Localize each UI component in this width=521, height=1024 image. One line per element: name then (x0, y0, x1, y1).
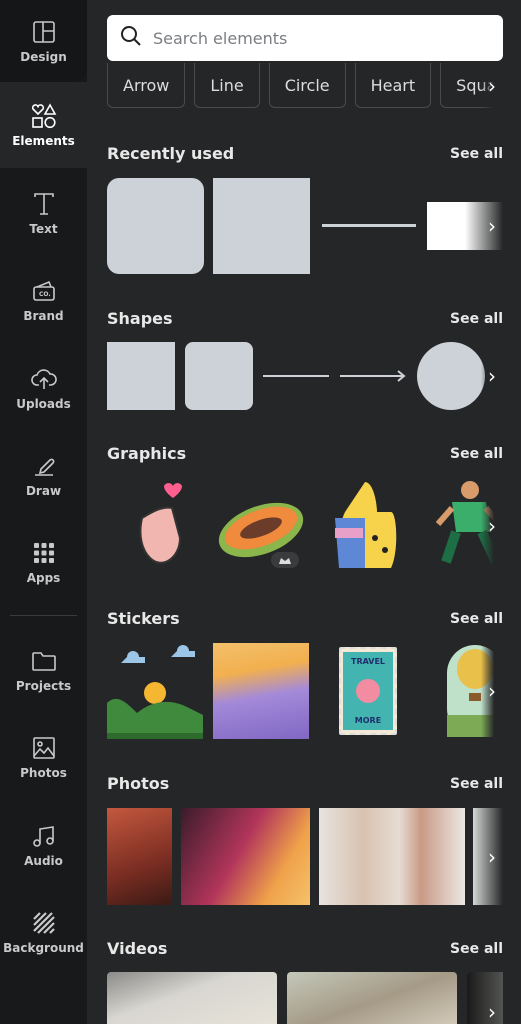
sidebar-item-audio[interactable]: Audio (0, 802, 87, 888)
elements-panel: Arrow Line Circle Heart Square › Recentl… (87, 0, 521, 1024)
recent-row: › (107, 178, 503, 274)
chip-heart[interactable]: Heart (354, 63, 432, 108)
heart-hand-graphic[interactable] (107, 478, 203, 574)
sidebar-item-background[interactable]: Background (0, 889, 87, 975)
video-thumbnail[interactable] (287, 972, 457, 1024)
stripes-icon (31, 910, 57, 936)
graphics-row: › (107, 478, 503, 574)
sidebar-item-label: Design (20, 49, 67, 64)
rounded-square-item[interactable] (107, 178, 204, 274)
globe-icon (356, 679, 380, 703)
square-item[interactable] (213, 178, 310, 274)
chip-line[interactable]: Line (194, 63, 260, 108)
see-all-link[interactable]: See all (450, 941, 503, 957)
sticker-text: MORE (354, 716, 382, 725)
sidebar-item-brand[interactable]: CO. Brand (0, 257, 87, 343)
section-title: Graphics (107, 444, 187, 463)
chevron-right-icon[interactable]: › (481, 808, 503, 905)
music-icon (31, 823, 57, 849)
brand-icon: CO. (31, 278, 57, 304)
see-all-link[interactable]: See all (450, 311, 503, 327)
videos-row: › (107, 972, 503, 1024)
sidebar-item-projects[interactable]: Projects (0, 627, 87, 713)
travel-more-sticker[interactable]: TRAVEL MORE (339, 647, 397, 735)
section-title: Stickers (107, 609, 180, 628)
chevron-right-icon[interactable]: › (481, 643, 503, 739)
suggestion-chips: Arrow Line Circle Heart Square › (107, 63, 503, 109)
sidebar-item-design[interactable]: Design (0, 0, 87, 82)
rounded-square-shape[interactable] (185, 342, 253, 410)
video-thumbnail[interactable] (107, 972, 277, 1024)
chip-arrow[interactable]: Arrow (107, 63, 186, 108)
image-icon (31, 735, 57, 761)
chevron-right-icon[interactable]: › (481, 63, 503, 108)
photo-thumbnail[interactable] (319, 808, 465, 905)
line-shape[interactable] (263, 375, 329, 377)
square-shape[interactable] (107, 342, 175, 410)
folder-icon (31, 648, 57, 674)
sidebar-item-label: Draw (25, 483, 62, 498)
svg-text:CO.: CO. (39, 291, 51, 298)
section-title: Videos (107, 939, 168, 958)
grid-icon (31, 540, 57, 566)
chevron-right-icon[interactable]: › (481, 178, 503, 274)
section-title: Photos (107, 774, 170, 793)
layout-icon (31, 19, 57, 45)
sidebar-item-uploads[interactable]: Uploads (0, 345, 87, 431)
search-input[interactable] (153, 28, 473, 48)
see-all-link[interactable]: See all (450, 446, 503, 462)
arrow-line-shape[interactable] (340, 369, 408, 383)
cloud-upload-icon (30, 366, 57, 392)
chevron-right-icon[interactable]: › (481, 478, 503, 574)
sidebar-item-label: Audio (24, 853, 63, 868)
photo-thumbnail[interactable] (181, 808, 310, 905)
section-title: Recently used (107, 144, 235, 163)
chevron-right-icon[interactable]: › (481, 342, 503, 410)
sidebar-item-label: Brand (23, 308, 64, 323)
text-icon (31, 191, 57, 217)
sticker-text: TRAVEL (350, 657, 386, 666)
shapes-row: › (107, 342, 503, 410)
sidebar-item-label: Elements (12, 133, 75, 148)
sidebar-item-label: Photos (20, 765, 67, 780)
see-all-link[interactable]: See all (450, 611, 503, 627)
stickers-row: TRAVEL MORE › (107, 643, 503, 739)
search-box[interactable] (107, 15, 503, 61)
sidebar-item-label: Uploads (16, 396, 71, 411)
sidebar-item-label: Background (3, 940, 84, 955)
chip-circle[interactable]: Circle (268, 63, 346, 108)
thumbs-up-graphic[interactable] (325, 478, 405, 574)
photos-row: › (107, 808, 503, 905)
pen-icon (31, 453, 57, 479)
sidebar-item-label: Apps (26, 570, 61, 585)
shapes-icon (31, 102, 57, 129)
sidebar-item-draw[interactable]: Draw (0, 432, 87, 518)
chevron-right-icon[interactable]: › (481, 992, 503, 1024)
sidebar: Design Elements Text CO. Brand Uploads D… (0, 0, 87, 1024)
see-all-link[interactable]: See all (450, 776, 503, 792)
landscape-sticker[interactable] (213, 643, 309, 739)
sidebar-item-apps[interactable]: Apps (0, 519, 87, 605)
sidebar-divider (10, 615, 77, 616)
section-title: Shapes (107, 309, 173, 328)
sidebar-item-elements[interactable]: Elements (0, 82, 87, 168)
papaya-graphic[interactable] (213, 488, 309, 568)
photo-thumbnail[interactable] (107, 808, 172, 905)
sidebar-item-text[interactable]: Text (0, 170, 87, 256)
sidebar-item-label: Projects (15, 678, 72, 693)
sidebar-item-label: Text (29, 221, 58, 236)
sun-landscape-sticker[interactable] (107, 643, 203, 739)
sidebar-item-photos[interactable]: Photos (0, 714, 87, 800)
search-icon (119, 24, 143, 52)
circle-shape[interactable] (417, 342, 485, 410)
line-item[interactable] (322, 224, 416, 227)
see-all-link[interactable]: See all (450, 146, 503, 162)
